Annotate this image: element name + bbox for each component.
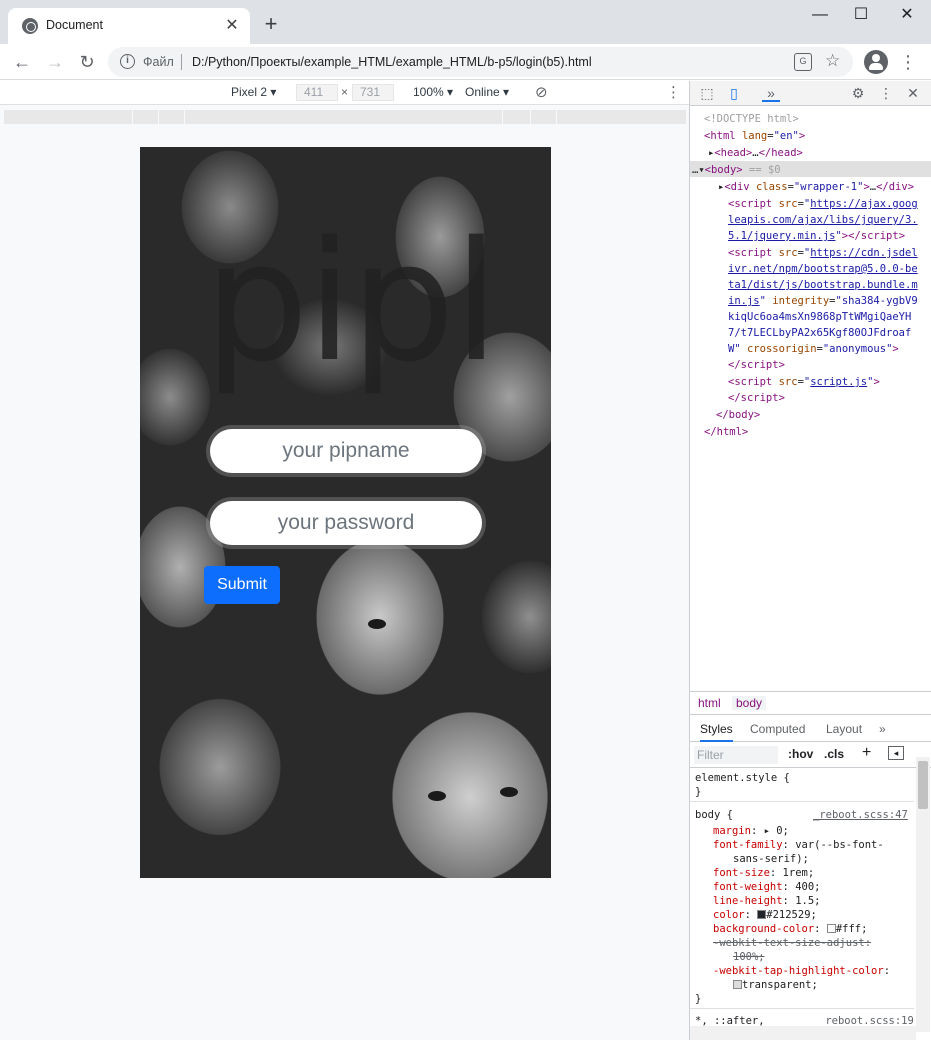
password-input[interactable] [210, 501, 482, 545]
styles-pane[interactable]: element.style { } body { _reboot.scss:47… [690, 769, 914, 1029]
bookmark-star-icon[interactable]: ☆ [825, 51, 840, 71]
browser-menu-icon[interactable]: ⋮ [898, 49, 918, 75]
mobile-page: pipl Submit [140, 147, 551, 878]
width-input[interactable]: 411 [296, 84, 338, 101]
device-viewport: Pixel 2 ▾ 411 × 731 100% ▾ Online ▾ ⊘ ⋮ … [0, 81, 689, 1040]
crumb-html[interactable]: html [698, 696, 721, 710]
body-node[interactable]: …▾<body> == $0 [692, 162, 781, 179]
close-tab-icon[interactable]: ✕ [222, 16, 242, 36]
styles-filter-input[interactable]: Filter [694, 746, 778, 764]
script-local-node[interactable]: <script src="script.js"> [728, 374, 880, 391]
tab-computed[interactable]: Computed [750, 722, 805, 736]
media-query-bar[interactable] [4, 110, 686, 124]
cls-toggle[interactable]: .cls [824, 747, 844, 761]
rotate-icon[interactable]: ⊘ [535, 83, 548, 101]
network-select[interactable]: Online ▾ [465, 85, 509, 99]
maximize-button[interactable]: ☐ [841, 4, 881, 26]
zoom-value: 100% [413, 85, 444, 99]
styles-subtabs: Styles Computed Layout » [690, 716, 931, 742]
submit-button[interactable]: Submit [204, 566, 280, 604]
styles-filter-row: Filter :hov .cls + ◂ [690, 742, 931, 768]
forward-button[interactable]: → [42, 49, 68, 75]
element-style-rule[interactable]: element.style { [695, 771, 790, 785]
tab-layout[interactable]: Layout [826, 722, 862, 736]
crumb-body[interactable]: body [732, 696, 767, 710]
height-input[interactable]: 731 [352, 84, 394, 101]
divider [181, 54, 182, 70]
styles-hscrollbar[interactable] [690, 1026, 916, 1040]
more-subtabs-icon[interactable]: » [879, 722, 886, 736]
devtools-toolbar: ⬚ ▯ » ⚙ ⋮ ✕ [690, 81, 931, 106]
devtools-menu-icon[interactable]: ⋮ [877, 84, 895, 102]
device-select[interactable]: Pixel 2 ▾ [231, 85, 276, 99]
styles-scrollbar[interactable] [916, 757, 930, 1032]
script-bootstrap-node[interactable]: <script src="https://cdn.jsdel [728, 245, 918, 262]
tab-styles[interactable]: Styles [700, 722, 733, 742]
browser-tab[interactable]: Document ✕ [8, 8, 250, 44]
more-tabs-icon[interactable]: » [762, 84, 780, 102]
close-window-button[interactable]: ✕ [887, 4, 927, 26]
new-tab-button[interactable]: + [258, 12, 284, 38]
color-swatch[interactable] [757, 910, 767, 919]
dimension-separator: × [341, 85, 349, 99]
settings-gear-icon[interactable]: ⚙ [849, 84, 867, 102]
info-icon[interactable]: i [120, 54, 135, 69]
body-rule-source[interactable]: _reboot.scss:47 [813, 808, 908, 822]
address-bar[interactable]: i Файл D:/Python/Проекты/example_HTML/ex… [108, 47, 853, 77]
color-swatch[interactable] [733, 980, 742, 989]
html-node[interactable]: <html lang="en"> [704, 128, 805, 145]
script-jquery-node[interactable]: <script src="https://ajax.goog [728, 196, 918, 213]
device-toolbar: Pixel 2 ▾ 411 × 731 100% ▾ Online ▾ ⊘ ⋮ [0, 81, 689, 105]
body-rule-selector[interactable]: body { [695, 808, 733, 822]
device-toggle-icon[interactable]: ▯ [725, 84, 743, 102]
background-eye [368, 619, 386, 629]
new-rule-icon[interactable]: + [862, 744, 871, 762]
zoom-select[interactable]: 100% ▾ [413, 85, 453, 99]
tab-strip: Document ✕ + — ☐ ✕ [0, 0, 931, 44]
wrapper-div-node[interactable]: ▸<div class="wrapper-1">…</div> [718, 179, 914, 196]
scrollbar-thumb[interactable] [918, 761, 928, 809]
devtools-panel: ⬚ ▯ » ⚙ ⋮ ✕ <!DOCTYPE html> <html lang="… [689, 81, 931, 1040]
breadcrumb: html body [690, 691, 931, 715]
head-node[interactable]: ▸<head>…</head> [708, 145, 803, 162]
network-value: Online [465, 85, 500, 99]
brand-logo-text: pipl [204, 206, 486, 398]
reload-button[interactable]: ↻ [74, 49, 100, 75]
doctype-node[interactable]: <!DOCTYPE html> [704, 111, 799, 128]
url-protocol: Файл [143, 55, 174, 69]
profile-avatar-icon[interactable] [864, 50, 888, 74]
close-devtools-icon[interactable]: ✕ [904, 84, 922, 102]
background-eye [500, 787, 518, 797]
device-name: Pixel 2 [231, 85, 268, 99]
back-button[interactable]: ← [9, 49, 35, 75]
color-swatch[interactable] [826, 924, 836, 933]
background-eye [428, 791, 446, 801]
inspect-element-icon[interactable]: ⬚ [698, 84, 716, 102]
username-input[interactable] [210, 429, 482, 473]
elements-tree[interactable]: <!DOCTYPE html> <html lang="en"> ▸<head>… [690, 108, 931, 688]
toggle-sidebar-icon[interactable]: ◂ [888, 746, 904, 760]
translate-icon[interactable]: G [794, 53, 812, 71]
url-text[interactable]: D:/Python/Проекты/example_HTML/example_H… [192, 55, 592, 69]
minimize-button[interactable]: — [800, 4, 840, 26]
tab-title: Document [46, 18, 103, 32]
browser-toolbar: ← → ↻ i Файл D:/Python/Проекты/example_H… [0, 44, 931, 80]
device-menu-icon[interactable]: ⋮ [666, 83, 681, 101]
hov-toggle[interactable]: :hov [788, 747, 813, 761]
globe-icon [22, 18, 38, 34]
